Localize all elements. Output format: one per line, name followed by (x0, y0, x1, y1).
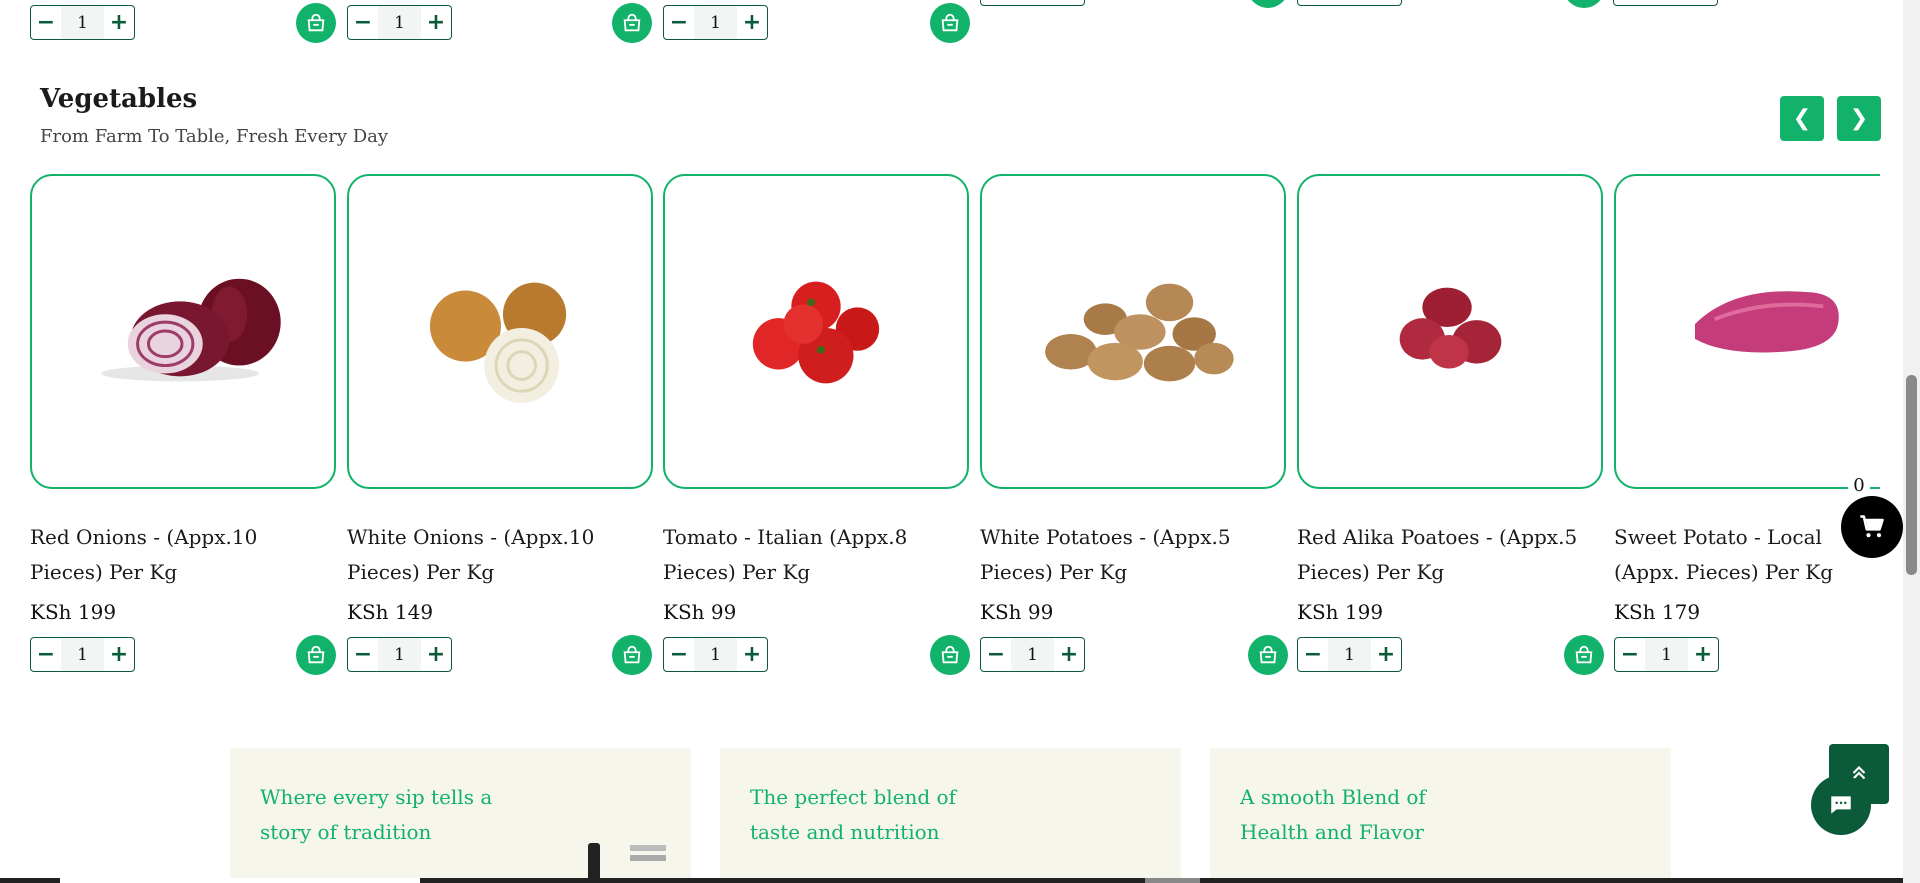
chat-button[interactable] (1811, 775, 1871, 835)
product-image-card[interactable] (30, 174, 336, 489)
decrease-button[interactable]: − (348, 638, 378, 671)
product-image-card[interactable] (663, 174, 969, 489)
quantity-stepper[interactable]: − 1 + (347, 637, 452, 672)
increase-button[interactable]: + (421, 638, 451, 671)
promo-card[interactable]: Where every sip tells a story of traditi… (230, 748, 691, 883)
product-name[interactable]: White Potatoes - (Appx.5 Pieces) Per Kg (980, 520, 1280, 590)
quantity-stepper[interactable]: − 1 + (980, 637, 1085, 672)
floating-cart-button[interactable] (1841, 496, 1903, 558)
red-onion-image (101, 278, 281, 382)
promo-text: A smooth Blend of Health and Flavor (1240, 785, 1426, 844)
shopping-bag-icon (941, 645, 959, 664)
product-name[interactable]: White Onions - (Appx.10 Pieces) Per Kg (347, 520, 647, 590)
cart-icon (1860, 515, 1884, 538)
promo-text: The perfect blend of taste and nutrition (750, 785, 956, 844)
chat-bubble-icon (1831, 796, 1851, 814)
promo-card[interactable]: The perfect blend of taste and nutrition (720, 748, 1181, 883)
decrease-button[interactable]: − (981, 638, 1011, 671)
decrease-button[interactable]: − (1615, 638, 1645, 671)
product-price: KSh 99 (663, 600, 737, 624)
promo-card[interactable]: A smooth Blend of Health and Flavor (1210, 748, 1671, 883)
sweet-potato-image (1694, 291, 1839, 353)
bottom-bar-highlight (60, 878, 420, 883)
cart-count-badge: 0 (1848, 474, 1870, 498)
scrollbar-thumb[interactable] (1906, 375, 1917, 575)
product-name[interactable]: Tomato - Italian (Appx.8 Pieces) Per Kg (663, 520, 963, 590)
tomato-image (752, 281, 880, 384)
add-to-cart-button[interactable] (930, 635, 970, 675)
quantity-value[interactable]: 1 (1011, 638, 1054, 671)
product-price: KSh 99 (980, 600, 1054, 624)
carousel-clip: Sweet Potato - Local (Appx. Pieces) Per … (1297, 0, 1880, 700)
product-price: KSh 179 (1614, 600, 1701, 624)
decrease-button[interactable]: − (664, 638, 694, 671)
quantity-stepper[interactable]: − 1 + (30, 637, 135, 672)
product-price: KSh 199 (30, 600, 117, 624)
product-image-card[interactable] (980, 174, 1286, 489)
product-image-card[interactable] (1614, 174, 1880, 489)
bottle-image (588, 843, 666, 883)
product-image-card[interactable] (347, 174, 653, 489)
quantity-value[interactable]: 1 (61, 638, 104, 671)
product-name[interactable]: Red Onions - (Appx.10 Pieces) Per Kg (30, 520, 330, 590)
add-to-cart-button[interactable] (296, 635, 336, 675)
promo-text: Where every sip tells a story of traditi… (260, 785, 493, 844)
shopping-bag-icon (623, 645, 641, 664)
quantity-value[interactable]: 1 (694, 638, 737, 671)
shopping-bag-icon (307, 645, 325, 664)
product-carousel: Red Onions - (Appx.10 Pieces) Per Kg KSh… (0, 0, 1880, 700)
quantity-value[interactable]: 1 (378, 638, 421, 671)
bottom-bar-highlight (1145, 878, 1200, 883)
quantity-stepper[interactable]: − 1 + (663, 637, 768, 672)
quantity-stepper[interactable]: − 1 + (1614, 637, 1719, 672)
product-price: KSh 149 (347, 600, 434, 624)
potato-image (1045, 283, 1234, 382)
increase-button[interactable]: + (737, 638, 767, 671)
increase-button[interactable]: + (1054, 638, 1084, 671)
decrease-button[interactable]: − (31, 638, 61, 671)
add-to-cart-button[interactable] (612, 635, 652, 675)
increase-button[interactable]: + (1688, 638, 1718, 671)
quantity-value[interactable]: 1 (1645, 638, 1688, 671)
add-to-cart-button[interactable] (1248, 635, 1288, 675)
white-onion-image (429, 282, 567, 404)
increase-button[interactable]: + (104, 638, 134, 671)
product-name[interactable]: Sweet Potato - Local (Appx. Pieces) Per … (1614, 520, 1880, 590)
shopping-bag-icon (1259, 645, 1277, 664)
